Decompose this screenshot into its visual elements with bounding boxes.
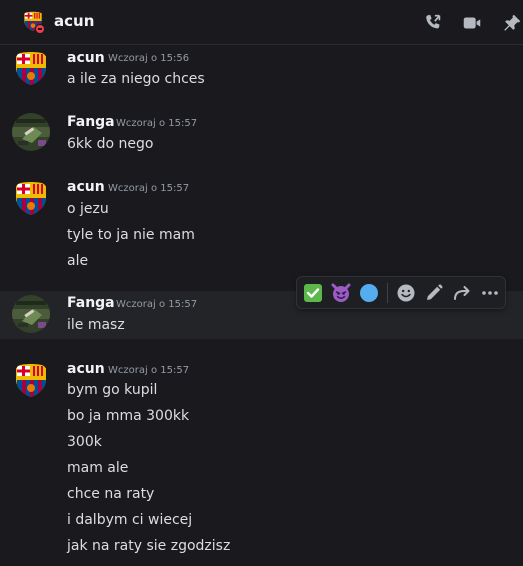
message-timestamp: Wczoraj o 15:57	[116, 299, 198, 310]
message-text: bym go kupil	[67, 382, 158, 398]
smiling-imp-reaction-icon[interactable]	[329, 281, 353, 305]
message-text: chce na raty	[67, 486, 155, 502]
toolbar-divider	[387, 283, 388, 303]
avatar[interactable]	[12, 179, 50, 217]
check-mark-reaction-icon[interactable]	[301, 281, 325, 305]
forward-icon[interactable]	[450, 281, 474, 305]
message-text: ile masz	[67, 317, 125, 333]
pin-icon[interactable]	[501, 12, 523, 34]
blue-circle-reaction-icon[interactable]	[357, 281, 381, 305]
message-text: bo ja mma 300kk	[67, 408, 190, 424]
avatar[interactable]	[12, 49, 50, 87]
message-author[interactable]: acun	[67, 361, 105, 377]
message-group: acun Wczoraj o 15:57 o jezu tyle to ja n…	[0, 174, 523, 274]
message-timestamp: Wczoraj o 15:56	[108, 53, 190, 64]
message-text: 6kk do nego	[67, 136, 154, 152]
message-group: acun Wczoraj o 15:56 a ile za niego chce…	[0, 46, 523, 96]
message-timestamp: Wczoraj o 15:57	[116, 118, 198, 129]
video-camera-icon[interactable]	[461, 12, 483, 34]
message-text: a ile za niego chces	[67, 71, 205, 87]
message-author[interactable]: acun	[67, 179, 105, 195]
add-reaction-icon[interactable]	[394, 281, 418, 305]
phone-call-icon[interactable]	[422, 12, 444, 34]
more-options-icon[interactable]	[478, 281, 502, 305]
message-group: acun Wczoraj o 15:57 bym go kupil bo ja …	[0, 356, 523, 566]
message-timestamp: Wczoraj o 15:57	[108, 365, 190, 376]
avatar[interactable]	[12, 295, 50, 333]
avatar[interactable]	[12, 113, 50, 151]
message-author[interactable]: Fanga	[67, 114, 115, 130]
message-text: o jezu	[67, 201, 109, 217]
message-author[interactable]: Fanga	[67, 295, 115, 311]
message-group: Fanga Wczoraj o 15:57 6kk do nego	[0, 108, 523, 158]
message-text: 300k	[67, 434, 102, 450]
do-not-disturb-status-icon	[35, 24, 45, 34]
chat-title[interactable]: acun	[54, 12, 94, 30]
chat-header: acun	[0, 0, 523, 45]
message-text: i dalbym ci wiecej	[67, 512, 193, 528]
message-action-toolbar	[296, 276, 506, 309]
message-author[interactable]: acun	[67, 50, 105, 66]
message-text: jak na raty sie zgodzisz	[67, 538, 231, 554]
message-text: tyle to ja nie mam	[67, 227, 195, 243]
avatar[interactable]	[12, 361, 50, 399]
message-timestamp: Wczoraj o 15:57	[108, 183, 190, 194]
edit-pencil-icon[interactable]	[422, 281, 446, 305]
message-text: ale	[67, 253, 89, 269]
message-text: mam ale	[67, 460, 129, 476]
